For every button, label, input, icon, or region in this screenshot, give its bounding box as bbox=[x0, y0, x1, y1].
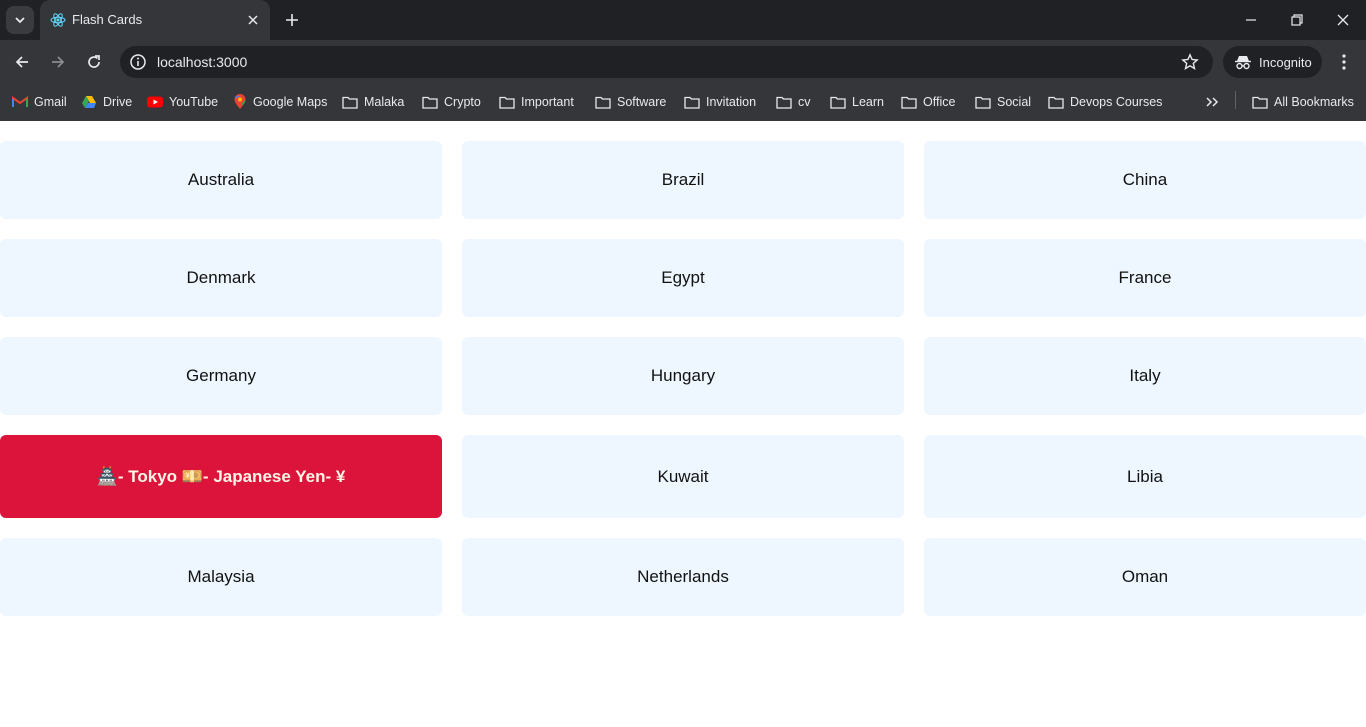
tab-search-button[interactable] bbox=[6, 6, 34, 34]
youtube-icon bbox=[147, 96, 163, 108]
browser-menu-button[interactable] bbox=[1333, 50, 1355, 74]
flash-card[interactable]: Kuwait bbox=[462, 435, 904, 518]
folder-icon bbox=[342, 96, 358, 109]
bookmark-drive[interactable]: Drive bbox=[81, 92, 132, 112]
browser-tab[interactable]: Flash Cards bbox=[40, 0, 270, 40]
browser-toolbar: localhost:3000 Incognito bbox=[0, 40, 1366, 84]
bookmark-folder-malaka[interactable]: Malaka bbox=[342, 92, 404, 112]
arrow-right-icon bbox=[52, 56, 65, 68]
minimize-button[interactable] bbox=[1228, 0, 1274, 40]
double-chevron-right-icon[interactable] bbox=[1203, 93, 1221, 111]
bookmark-label: cv bbox=[798, 95, 811, 109]
flash-card[interactable]: Brazil bbox=[462, 141, 904, 219]
folder-icon bbox=[1252, 96, 1268, 109]
flash-card[interactable]: Oman bbox=[924, 538, 1366, 616]
close-window-button[interactable] bbox=[1320, 0, 1366, 40]
site-info-icon[interactable] bbox=[129, 53, 147, 71]
flash-card[interactable]: Egypt bbox=[462, 239, 904, 317]
bookmark-label: Gmail bbox=[34, 95, 67, 109]
gmail-icon bbox=[12, 96, 28, 107]
bookmark-label: Malaka bbox=[364, 95, 405, 109]
folder-icon bbox=[499, 96, 515, 109]
incognito-icon bbox=[1235, 56, 1251, 70]
flash-card[interactable]: China bbox=[924, 141, 1366, 219]
bookmark-label: Crypto bbox=[444, 95, 481, 109]
folder-icon bbox=[684, 96, 700, 109]
plus-icon bbox=[286, 14, 298, 26]
all-bookmarks-label: All Bookmarks bbox=[1274, 95, 1354, 109]
flash-card[interactable]: Italy bbox=[924, 337, 1366, 415]
flash-card[interactable]: Netherlands bbox=[462, 538, 904, 616]
arrow-left-icon bbox=[15, 56, 28, 68]
tab-strip: Flash Cards bbox=[0, 0, 1366, 40]
incognito-indicator[interactable]: Incognito bbox=[1223, 46, 1322, 78]
bookmark-label: Learn bbox=[852, 95, 884, 109]
bookmark-label: YouTube bbox=[169, 95, 219, 109]
bookmarks-divider bbox=[1235, 91, 1236, 109]
restore-icon bbox=[1291, 14, 1303, 26]
flash-card[interactable]: Hungary bbox=[462, 337, 904, 415]
flash-card[interactable]: Germany bbox=[0, 337, 442, 415]
folder-icon bbox=[830, 96, 846, 109]
tab-title: Flash Cards bbox=[72, 12, 143, 27]
close-icon bbox=[248, 15, 258, 25]
bookmark-label: Social bbox=[997, 95, 1032, 109]
folder-icon bbox=[776, 96, 792, 109]
all-bookmarks-button[interactable]: All Bookmarks bbox=[1252, 92, 1354, 112]
bookmark-label: Devops Courses bbox=[1070, 95, 1163, 109]
folder-icon bbox=[422, 96, 438, 109]
flash-card-selected[interactable]: 🏯- Tokyo 💴- Japanese Yen- ¥ bbox=[0, 435, 442, 518]
folder-icon bbox=[595, 96, 611, 109]
bookmark-label: Software bbox=[617, 95, 667, 109]
url-text[interactable]: localhost:3000 bbox=[157, 54, 247, 70]
bookmark-label: Drive bbox=[103, 95, 133, 109]
forward-button[interactable] bbox=[46, 50, 70, 74]
star-icon[interactable] bbox=[1181, 53, 1199, 71]
close-icon bbox=[1337, 14, 1349, 26]
map-pin-icon bbox=[234, 94, 246, 109]
bookmark-label: Invitation bbox=[706, 95, 757, 109]
flash-card[interactable]: Australia bbox=[0, 141, 442, 219]
bookmark-folder-social[interactable]: Social bbox=[975, 92, 1031, 112]
flash-card[interactable]: Denmark bbox=[0, 239, 442, 317]
bookmark-label: Important bbox=[521, 95, 574, 109]
bookmark-folder-important[interactable]: Important bbox=[499, 92, 574, 112]
bookmark-google-maps[interactable]: Google Maps bbox=[233, 92, 327, 112]
chevron-down-icon bbox=[15, 17, 25, 24]
bookmarks-bar: Gmail Drive YouTube Google Maps Malaka C… bbox=[0, 84, 1366, 121]
tab-close-button[interactable] bbox=[244, 11, 262, 29]
address-bar[interactable]: localhost:3000 bbox=[120, 46, 1213, 78]
reload-icon bbox=[88, 55, 100, 68]
bookmark-folder-invitation[interactable]: Invitation bbox=[684, 92, 756, 112]
bookmark-folder-crypto[interactable]: Crypto bbox=[422, 92, 481, 112]
bookmark-gmail[interactable]: Gmail bbox=[12, 92, 67, 112]
react-icon bbox=[50, 13, 66, 27]
minimize-icon bbox=[1246, 19, 1256, 21]
incognito-label: Incognito bbox=[1259, 55, 1312, 70]
more-vertical-icon bbox=[1342, 54, 1346, 70]
new-tab-button[interactable] bbox=[281, 9, 303, 31]
bookmark-folder-office[interactable]: Office bbox=[901, 92, 955, 112]
flash-card[interactable]: Malaysia bbox=[0, 538, 442, 616]
folder-icon bbox=[975, 96, 991, 109]
bookmark-label: Google Maps bbox=[253, 95, 328, 109]
folder-icon bbox=[1048, 96, 1064, 109]
bookmark-youtube[interactable]: YouTube bbox=[147, 92, 218, 112]
bookmark-folder-devops-courses[interactable]: Devops Courses bbox=[1048, 92, 1162, 112]
drive-icon bbox=[82, 96, 96, 108]
bookmark-folder-learn[interactable]: Learn bbox=[830, 92, 884, 112]
bookmark-folder-software[interactable]: Software bbox=[595, 92, 666, 112]
bookmark-folder-cv[interactable]: cv bbox=[776, 92, 811, 112]
back-button[interactable] bbox=[10, 50, 34, 74]
flash-card[interactable]: France bbox=[924, 239, 1366, 317]
restore-button[interactable] bbox=[1274, 0, 1320, 40]
bookmark-label: Office bbox=[923, 95, 956, 109]
folder-icon bbox=[901, 96, 917, 109]
reload-button[interactable] bbox=[82, 50, 106, 74]
flash-card[interactable]: Libia bbox=[924, 435, 1366, 518]
